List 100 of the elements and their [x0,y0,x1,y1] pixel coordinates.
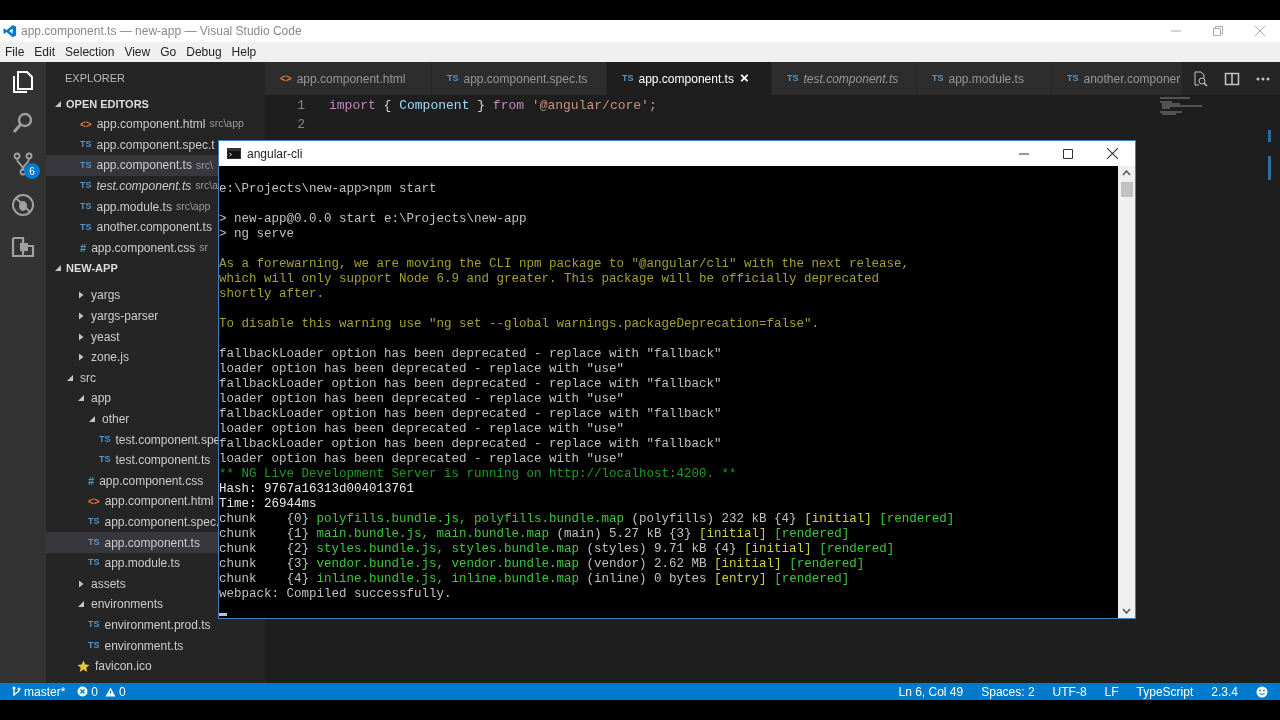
close-icon[interactable] [1106,147,1119,160]
editor-tab[interactable]: TS test.component.ts [772,62,917,95]
tree-file[interactable]: environment.ts [104,636,184,655]
console-icon [227,148,241,159]
warning-count[interactable]: 0 [119,682,126,701]
window-title: app.component.ts — new-app — Visual Studio Code [21,23,302,40]
tab-label: another.componer [1083,70,1181,88]
menu-item[interactable]: Edit [34,43,56,61]
html-file-icon: <> [280,71,292,86]
close-tab-icon[interactable]: × [739,67,749,90]
open-editor-item[interactable]: another.component.ts [96,218,212,237]
open-editor-item[interactable]: app.module.ts [96,197,172,216]
console-line: > ng serve [219,227,295,242]
no-bug-icon[interactable] [11,193,35,217]
source-control-icon[interactable] [11,152,35,176]
console-line: e:\Projects\new-app>npm start [219,182,438,197]
tab-label: app.component.ts [638,70,734,88]
tree-file[interactable]: app.component.ts [104,533,200,552]
console-line: Hash: 9767a16313d004013761 [219,482,416,497]
tree-file[interactable]: environment.prod.ts [104,615,211,634]
search-icon[interactable] [11,111,35,135]
text-cursor [219,613,227,616]
console-line: chunk {3} vendor.bundle.js, vendor.bundle.map (vendor) 2.62 MB [initial] [rendered] [219,557,866,572]
section-header[interactable]: NEW-APP [66,259,118,277]
open-editor-item[interactable]: test.component.ts [96,177,192,196]
tree-folder[interactable]: other [102,410,130,428]
scroll-down-icon[interactable] [1122,608,1131,614]
tree-file[interactable]: app.component.css [99,471,204,490]
tab-label: test.component.ts [803,70,899,88]
maximize-icon[interactable] [1062,147,1074,160]
console-line: loader option has been deprecated - replace with "use" [219,422,626,437]
status-item[interactable]: TypeScript [1136,682,1194,701]
tree-file[interactable]: test.component.spe [115,430,221,449]
section-header[interactable]: OPEN EDITORS [66,95,149,113]
scrollbar[interactable] [1118,166,1135,618]
tree-folder[interactable]: assets [91,574,126,593]
tree-folder[interactable]: yargs-parser [91,307,159,326]
typescript-file-icon: TS [99,432,111,447]
files-icon[interactable] [11,70,35,94]
error-count[interactable]: 0 [91,682,99,701]
typescript-file-icon: TS [88,638,100,653]
tree-folder[interactable]: yeast [91,327,120,346]
typescript-file-icon: TS [80,138,92,152]
editor-tab[interactable]: TS another.componer [1052,62,1182,95]
typescript-file-icon: TS [447,71,459,86]
menu-item[interactable]: View [124,43,151,61]
tree-folder[interactable]: src [80,368,96,387]
tree-file[interactable]: app.component.html [104,492,214,511]
vscode-logo-icon [3,24,17,38]
editor-tab[interactable]: TS app.module.ts [917,62,1052,95]
tab-label: app.component.spec.ts [463,70,588,88]
tab-label: app.component.html [296,70,406,88]
status-item[interactable]: Spaces: 2 [981,682,1035,701]
css-file-icon: # [88,472,95,490]
tree-folder[interactable]: environments [91,595,164,614]
menu-item[interactable]: Selection [65,43,115,61]
console-line: Time: 26944ms [219,497,318,512]
status-item[interactable]: UTF-8 [1052,682,1087,701]
open-editor-item[interactable]: app.component.html [96,115,206,134]
console-line: chunk {4} inline.bundle.js, inline.bundle.map (inline) 0 bytes [entry] [rendered] [219,572,851,587]
console-line: To disable this warning use "ng set --global warnings.packageDeprecation=false". [219,316,821,332]
tree-folder[interactable]: yargs [91,286,121,305]
file-path: src\a [195,178,218,194]
menu-item[interactable]: Go [160,43,177,61]
menu-item[interactable]: Debug [186,43,222,61]
typescript-file-icon: TS [80,179,92,193]
status-item[interactable]: Ln 6, Col 49 [898,682,964,701]
extensions-icon[interactable] [11,234,35,258]
open-editor-item[interactable]: app.component.spec.t [96,135,215,154]
scroll-thumb[interactable] [1120,182,1133,197]
open-editor-item[interactable]: app.component.ts [96,156,192,175]
editor-tab[interactable]: TS app.component.ts × [607,62,772,95]
editor-tab[interactable]: <> app.component.html [265,62,432,95]
file-path: src\app [209,116,244,132]
terminal-title: angular-cli [247,145,303,163]
typescript-file-icon: TS [88,556,100,570]
editor-tab[interactable]: TS app.component.spec.ts [432,62,607,95]
open-editor-item[interactable]: app.component.css [91,238,196,257]
status-item[interactable]: 2.3.4 [1211,682,1238,701]
tree-file[interactable]: favicon.ico [95,657,152,676]
console-line: fallbackLoader option has been deprecated - replace with "fallback" [219,377,723,392]
console-line: chunk {1} main.bundle.js, main.bundle.map (main) 5.27 kB {3} [initial] [rendered] [219,527,851,542]
status-item[interactable]: LF [1104,682,1119,701]
tree-folder[interactable]: zone.js [91,348,130,367]
menu-item[interactable]: File [5,43,25,61]
tree-folder[interactable]: app [91,389,112,408]
console-line: loader option has been deprecated - replace with "use" [219,452,626,467]
console-line: fallbackLoader option has been deprecated - replace with "fallback" [219,346,723,362]
search-file-icon[interactable] [1192,70,1208,87]
more-icon[interactable] [1256,76,1270,81]
split-editor-icon[interactable] [1224,70,1240,87]
menu-item[interactable]: Help [231,43,257,61]
console-line: loader option has been deprecated - replace with "use" [219,362,626,377]
typescript-file-icon: TS [80,199,92,214]
scroll-up-icon[interactable] [1122,170,1131,176]
tree-file[interactable]: test.component.ts [115,451,211,470]
expanded-arrow-icon [54,264,62,273]
tree-file[interactable]: app.module.ts [104,554,180,573]
typescript-file-icon: TS [932,71,944,86]
git-branch[interactable]: master* [24,682,66,701]
